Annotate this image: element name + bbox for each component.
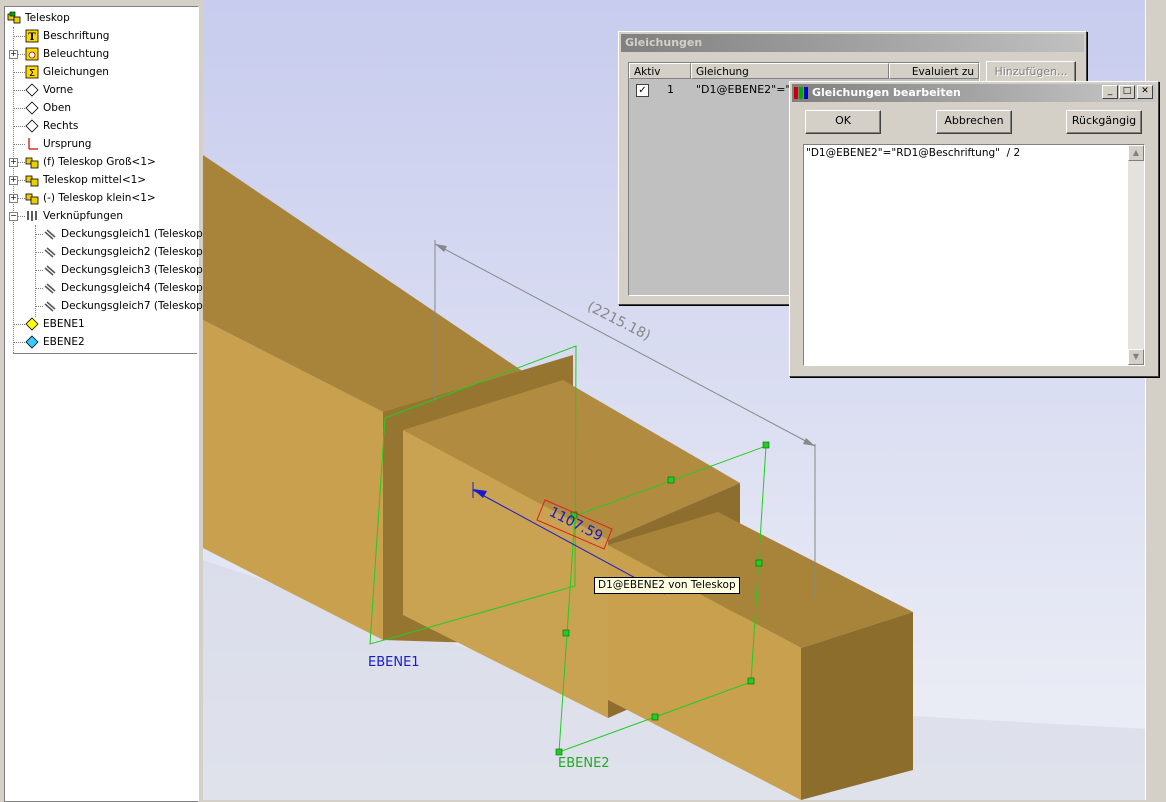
undo-button[interactable]: Rückgängig: [1066, 110, 1142, 134]
col-header-equation[interactable]: Gleichung: [691, 63, 889, 79]
plane-handle: [667, 476, 675, 484]
equation-text[interactable]: "D1@EBENE2"="RD1@Beschriftung" / 2: [806, 147, 1020, 159]
expand-toggle[interactable]: −: [9, 212, 18, 221]
dim-arrow: [803, 438, 815, 446]
tree-line: [35, 288, 43, 289]
expand-toggle[interactable]: +: [9, 194, 18, 203]
close-button[interactable]: ✕: [1137, 85, 1153, 99]
plane-cyan-icon: [25, 335, 39, 349]
plane-icon: [25, 101, 39, 115]
tree-item-label: EBENE1: [43, 318, 85, 330]
plane-handle: [762, 441, 770, 449]
plane-handle: [555, 748, 563, 756]
tree-line: [13, 324, 25, 325]
plane-label-ebene1[interactable]: EBENE1: [368, 655, 420, 670]
annotation-icon: T: [25, 29, 39, 43]
tree-item-label: Rechts: [43, 120, 79, 132]
scroll-up-icon[interactable]: ▲: [1128, 145, 1144, 161]
mate-icon: [44, 283, 56, 294]
tree-line: [35, 234, 43, 235]
dimension-tooltip: D1@EBENE2 von Teleskop: [594, 577, 740, 594]
tree-line: [35, 306, 43, 307]
text-area-scrollbar[interactable]: ▲ ▼: [1128, 145, 1144, 365]
tree-item-label: Vorne: [43, 84, 74, 96]
equations-app-icon: [794, 87, 808, 99]
tree-item-label: (-) Teleskop klein<1>: [43, 192, 156, 204]
equations-icon: Σ: [25, 65, 39, 79]
tree-root-label: Teleskop: [25, 12, 70, 24]
plane-handle: [755, 559, 763, 567]
tree-item-label: Verknüpfungen: [43, 210, 123, 222]
tree-line: [13, 27, 14, 353]
origin-icon: [28, 138, 38, 150]
mate-icon: [44, 301, 56, 312]
plane-handle: [651, 713, 659, 721]
tree-line: [13, 36, 25, 37]
plane-handle: [747, 677, 755, 685]
scroll-down-icon[interactable]: ▼: [1128, 349, 1144, 365]
tree-line: [35, 270, 43, 271]
tree-line: [13, 342, 25, 343]
feature-tree-panel: Teleskop T Beschriftung Beleuchtung + Σ Gleic…: [0, 0, 203, 802]
lighting-icon: [25, 47, 39, 61]
tree-item-label: Beleuchtung: [43, 48, 110, 60]
expand-toggle[interactable]: +: [9, 50, 18, 59]
col-header-evaluated[interactable]: Evaluiert zu: [889, 63, 979, 79]
tree-item-label: Beschriftung: [43, 30, 110, 42]
tree-item-label: Deckungsgleich1 (Teleskop: [61, 228, 203, 240]
mate-icon: [44, 247, 56, 258]
plane-icon: [25, 119, 39, 133]
equations-dialog-title: Gleichungen: [621, 34, 1084, 52]
tree-item-label: Ursprung: [43, 138, 92, 150]
tree-item-label: Deckungsgleich2 (Teleskop: [61, 246, 203, 258]
row-index: 1: [667, 83, 674, 96]
part-icon: [25, 175, 39, 187]
tree-item-label: Gleichungen: [43, 66, 109, 78]
expand-toggle[interactable]: +: [9, 158, 18, 167]
assembly-icon: [7, 11, 21, 24]
part-icon: [25, 193, 39, 205]
row-active-checkbox[interactable]: ✓: [636, 84, 649, 97]
tree-item-label: (f) Teleskop Groß<1>: [43, 156, 156, 168]
tree-item-label: Teleskop mittel<1>: [43, 174, 147, 186]
part-icon: [25, 157, 39, 169]
svg-text:Σ: Σ: [29, 68, 35, 79]
tree-line: [13, 144, 25, 145]
feature-tree: Teleskop T Beschriftung Beleuchtung + Σ Gleic…: [4, 6, 203, 802]
equation-text-area[interactable]: "D1@EBENE2"="RD1@Beschriftung" / 2 ▲ ▼: [803, 144, 1145, 366]
cancel-button[interactable]: Abbrechen: [936, 110, 1012, 134]
tree-item-label: Deckungsgleich3 (Teleskop: [61, 264, 203, 276]
col-header-active[interactable]: Aktiv: [629, 63, 691, 79]
tree-line: [35, 252, 43, 253]
edit-dialog-title: Gleichungen bearbeiten: [812, 86, 961, 99]
plane-yellow-icon: [25, 317, 39, 331]
tree-item-label: EBENE2: [43, 336, 85, 348]
tree-item-label: Oben: [43, 102, 72, 114]
tree-line: [13, 126, 25, 127]
tree-line: [13, 90, 25, 91]
mate-icon: [44, 265, 56, 276]
plane-icon: [25, 83, 39, 97]
row-equation[interactable]: "D1@EBENE2"="F: [696, 83, 797, 96]
tree-line: [35, 225, 36, 317]
ok-button[interactable]: OK: [805, 110, 881, 134]
tree-line: [13, 108, 25, 109]
edit-equation-dialog: Gleichungen bearbeiten _ □ ✕ OK Abbreche…: [789, 81, 1159, 377]
minimize-button[interactable]: _: [1102, 85, 1118, 99]
plane-handle: [562, 629, 570, 637]
tree-item-label: Deckungsgleich4 (Teleskop: [61, 282, 203, 294]
tree-separator: [13, 353, 197, 354]
tree-item-label: Deckungsgleich7 (Teleskop: [61, 300, 203, 312]
plane-label-ebene2[interactable]: EBENE2: [558, 756, 610, 771]
svg-text:T: T: [28, 32, 36, 43]
dim-arrow: [435, 244, 447, 252]
tree-line: [13, 72, 25, 73]
maximize-button[interactable]: □: [1119, 85, 1135, 99]
mate-icon: [44, 229, 56, 240]
dim-total-value: (2215.18): [585, 299, 654, 345]
mates-icon: [27, 211, 37, 221]
expand-toggle[interactable]: +: [9, 176, 18, 185]
